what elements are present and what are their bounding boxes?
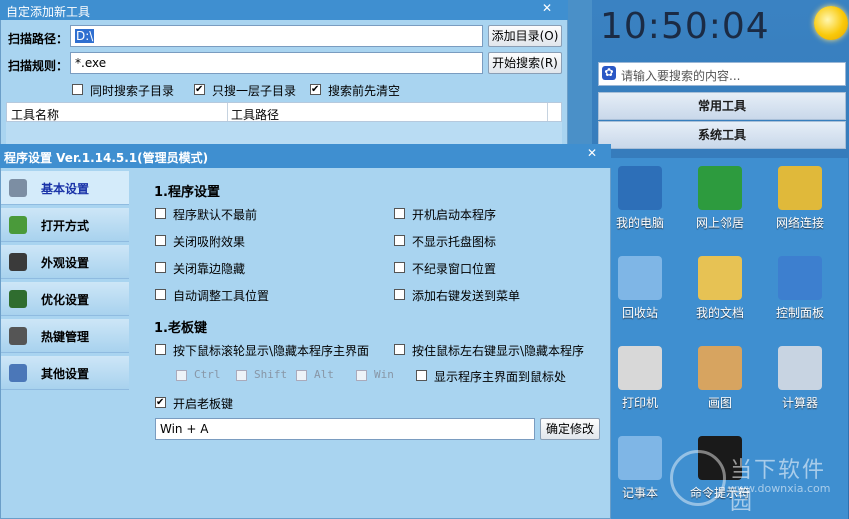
open-with-icon bbox=[9, 216, 27, 234]
weather-sun-icon[interactable] bbox=[814, 6, 848, 40]
checkbox[interactable] bbox=[416, 370, 427, 381]
checkbox-disabled[interactable] bbox=[236, 370, 247, 381]
scan-rule-label: 扫描规则： bbox=[8, 59, 69, 73]
optimize-icon bbox=[9, 290, 27, 308]
tool-my-documents[interactable]: 我的文档 bbox=[680, 256, 760, 321]
printer-icon bbox=[618, 346, 662, 390]
checkbox[interactable] bbox=[155, 344, 166, 355]
checkbox-disabled[interactable] bbox=[356, 370, 367, 381]
close-icon[interactable]: ✕ bbox=[587, 146, 597, 160]
checkbox[interactable] bbox=[155, 289, 166, 300]
tool-control-panel[interactable]: 控制面板 bbox=[760, 256, 840, 321]
settings-dialog-title: 程序设置 Ver.1.14.5.1(管理员模式) bbox=[4, 151, 209, 165]
checkbox-checked[interactable] bbox=[194, 84, 205, 95]
section-boss-key-title: 1.老板键 bbox=[154, 321, 207, 336]
confirm-modify-button[interactable]: 确定修改 bbox=[540, 418, 600, 440]
checkbox-disabled[interactable] bbox=[296, 370, 307, 381]
checkbox[interactable] bbox=[394, 344, 405, 355]
add-directory-button[interactable]: 添加目录(O) bbox=[488, 25, 562, 47]
tool-table-body[interactable] bbox=[6, 122, 562, 144]
keyboard-icon bbox=[9, 327, 27, 345]
nav-hotkeys[interactable]: 热键管理 bbox=[1, 319, 129, 353]
hotkey-input[interactable]: Win + A bbox=[155, 418, 535, 440]
checkbox-disabled[interactable] bbox=[176, 370, 187, 381]
watermark-logo-icon bbox=[670, 450, 726, 506]
checkbox[interactable] bbox=[394, 262, 405, 273]
checkbox-checked[interactable] bbox=[310, 84, 321, 95]
tool-network-connections[interactable]: 网络连接 bbox=[760, 166, 840, 231]
scan-path-label: 扫描路径： bbox=[8, 32, 69, 46]
watermark: 当下软件园 www.downxia.com bbox=[640, 446, 840, 515]
calculator-icon bbox=[778, 346, 822, 390]
recycle-bin-icon bbox=[618, 256, 662, 300]
checkbox[interactable] bbox=[155, 208, 166, 219]
documents-folder-icon bbox=[698, 256, 742, 300]
nav-optimize[interactable]: 优化设置 bbox=[1, 282, 129, 316]
launcher-search-input[interactable]: ✿ 请输入要搜索的内容... bbox=[598, 62, 846, 86]
add-tool-dialog-titlebar[interactable]: 自定添加新工具 ✕ bbox=[0, 0, 568, 20]
checkbox[interactable] bbox=[394, 235, 405, 246]
nav-basic-settings[interactable]: 基本设置 bbox=[1, 171, 129, 205]
control-panel-icon bbox=[778, 256, 822, 300]
checkbox[interactable] bbox=[72, 84, 83, 95]
start-search-button[interactable]: 开始搜索(R) bbox=[488, 52, 562, 74]
column-tool-name[interactable]: 工具名称 bbox=[11, 106, 59, 123]
section-program-settings-title: 1.程序设置 bbox=[154, 185, 220, 200]
tool-network-neighborhood[interactable]: 网上邻居 bbox=[680, 166, 760, 231]
tool-printer[interactable]: 打印机 bbox=[600, 346, 680, 411]
computer-icon bbox=[618, 166, 662, 210]
tools-icon bbox=[9, 364, 27, 382]
column-tool-path[interactable]: 工具路径 bbox=[231, 106, 279, 123]
scan-rule-input[interactable]: *.exe bbox=[70, 52, 483, 74]
search-placeholder: 请输入要搜索的内容... bbox=[621, 69, 741, 83]
nav-other-settings[interactable]: 其他设置 bbox=[1, 356, 129, 390]
baidu-paw-icon: ✿ bbox=[602, 66, 616, 80]
checkbox[interactable] bbox=[394, 208, 405, 219]
tool-table-header: 工具名称 工具路径 bbox=[6, 102, 562, 122]
clock-display: 10:50:04 bbox=[600, 6, 770, 47]
paint-palette-icon bbox=[698, 346, 742, 390]
tool-calculator[interactable]: 计算器 bbox=[760, 346, 840, 411]
gear-icon bbox=[9, 179, 27, 197]
close-icon[interactable]: ✕ bbox=[542, 1, 552, 15]
checkbox-checked[interactable] bbox=[155, 397, 166, 408]
network-globe-icon bbox=[698, 166, 742, 210]
checkbox[interactable] bbox=[155, 262, 166, 273]
scan-path-input[interactable]: D:\ bbox=[70, 25, 483, 47]
checkbox[interactable] bbox=[394, 289, 405, 300]
add-tool-dialog-title: 自定添加新工具 bbox=[6, 5, 91, 19]
settings-dialog-titlebar[interactable]: 程序设置 Ver.1.14.5.1(管理员模式) ✕ bbox=[0, 144, 611, 168]
nav-open-with[interactable]: 打开方式 bbox=[1, 208, 129, 242]
tool-recycle-bin[interactable]: 回收站 bbox=[600, 256, 680, 321]
tool-my-computer[interactable]: 我的电脑 bbox=[600, 166, 680, 231]
monitor-icon bbox=[9, 253, 27, 271]
network-connection-icon bbox=[778, 166, 822, 210]
checkbox[interactable] bbox=[155, 235, 166, 246]
nav-appearance[interactable]: 外观设置 bbox=[1, 245, 129, 279]
tool-paint[interactable]: 画图 bbox=[680, 346, 760, 411]
category-system-tools[interactable]: 系统工具 bbox=[598, 121, 846, 149]
scan-path-value: D:\ bbox=[75, 29, 95, 43]
category-common-tools[interactable]: 常用工具 bbox=[598, 92, 846, 120]
